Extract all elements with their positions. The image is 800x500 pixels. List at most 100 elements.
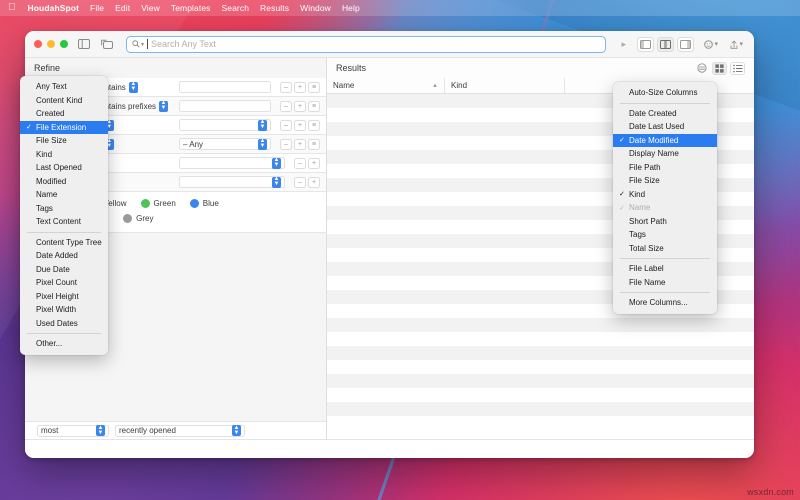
table-row[interactable]	[327, 388, 754, 402]
refine-attribute-menu[interactable]: Any TextContent KindCreated✓File Extensi…	[20, 76, 108, 355]
menu-item-help[interactable]: Help	[342, 3, 360, 13]
share-icon[interactable]: ▾	[728, 40, 745, 49]
table-row[interactable]	[327, 318, 754, 332]
sort-criterion-select[interactable]: recently opened ▲▼	[115, 425, 245, 437]
criteria-options-button[interactable]: ≡	[308, 82, 320, 93]
criteria-options-button[interactable]: ≡	[308, 120, 320, 131]
remove-criteria-button[interactable]: –	[294, 177, 306, 188]
refine-menu-item-file-extension[interactable]: ✓File Extension	[20, 121, 108, 135]
columns-menu-item-file-path[interactable]: File Path	[613, 161, 717, 175]
criteria-options-button[interactable]: ≡	[308, 139, 320, 150]
table-row[interactable]	[327, 416, 754, 430]
value-stepper-icon[interactable]: ▲▼	[258, 120, 267, 131]
menu-item-window[interactable]: Window	[300, 3, 331, 13]
columns-menu-item-short-path[interactable]: Short Path	[613, 215, 717, 229]
refine-menu-item-pixel-count[interactable]: Pixel Count	[20, 276, 108, 290]
table-row[interactable]	[327, 332, 754, 346]
stepper-icon[interactable]: ▲▼	[96, 425, 105, 436]
apple-logo-icon[interactable]: 	[8, 3, 16, 13]
add-criteria-button[interactable]: +	[308, 177, 320, 188]
columns-menu-item-date-last-used[interactable]: Date Last Used	[613, 120, 717, 134]
refine-menu-item-text-content[interactable]: Text Content	[20, 215, 108, 229]
columns-menu-item-date-created[interactable]: Date Created	[613, 107, 717, 121]
refine-menu-item-any-text[interactable]: Any Text	[20, 80, 108, 94]
refine-menu-item-file-size[interactable]: File Size	[20, 134, 108, 148]
columns-menu-item-display-name[interactable]: Display Name	[613, 147, 717, 161]
refine-menu-item-tags[interactable]: Tags	[20, 202, 108, 216]
refine-menu-item-content-kind[interactable]: Content Kind	[20, 94, 108, 108]
run-search-play-icon[interactable]: ▸	[618, 39, 629, 50]
remove-criteria-button[interactable]: –	[280, 120, 292, 131]
add-criteria-button[interactable]: +	[308, 158, 320, 169]
stepper-icon[interactable]: ▲▼	[129, 82, 138, 93]
add-criteria-button[interactable]: +	[294, 139, 306, 150]
close-window-button[interactable]	[34, 40, 42, 48]
refine-menu-item-used-dates[interactable]: Used Dates	[20, 317, 108, 331]
columns-menu-item-file-name[interactable]: File Name	[613, 276, 717, 290]
criteria-value-field[interactable]: ▲▼	[179, 176, 285, 188]
minimize-window-button[interactable]	[47, 40, 55, 48]
table-row[interactable]	[327, 360, 754, 374]
refine-menu-item-kind[interactable]: Kind	[20, 148, 108, 162]
columns-menu-item-file-label[interactable]: File Label	[613, 262, 717, 276]
list-view-icon[interactable]	[730, 62, 745, 75]
columns-menu-item-file-size[interactable]: File Size	[613, 174, 717, 188]
tag-color-blue[interactable]: Blue	[190, 199, 219, 208]
menu-item-edit[interactable]: Edit	[115, 3, 130, 13]
criteria-value-field[interactable]: ▲▼	[179, 119, 271, 131]
columns-menu-item-auto-size-columns[interactable]: Auto-Size Columns	[613, 86, 717, 100]
columns-menu-item-tags[interactable]: Tags	[613, 228, 717, 242]
refine-menu-item-modified[interactable]: Modified	[20, 175, 108, 189]
table-row[interactable]	[327, 374, 754, 388]
stepper-icon[interactable]: ▲▼	[232, 425, 241, 436]
add-criteria-button[interactable]: +	[294, 101, 306, 112]
remove-criteria-button[interactable]: –	[280, 82, 292, 93]
column-header-name[interactable]: Name ▲	[327, 78, 445, 93]
refine-menu-item-other[interactable]: Other...	[20, 337, 108, 351]
menu-item-templates[interactable]: Templates	[171, 3, 211, 13]
stepper-icon[interactable]: ▲▼	[159, 101, 168, 112]
icon-grid-view-icon[interactable]	[712, 62, 727, 75]
refine-menu-item-last-opened[interactable]: Last Opened	[20, 161, 108, 175]
menu-item-results[interactable]: Results	[260, 3, 289, 13]
remove-criteria-button[interactable]: –	[280, 101, 292, 112]
add-criteria-button[interactable]: +	[294, 82, 306, 93]
refine-menu-item-pixel-width[interactable]: Pixel Width	[20, 303, 108, 317]
refine-menu-item-name[interactable]: Name	[20, 188, 108, 202]
results-columns-menu[interactable]: Auto-Size Columns Date CreatedDate Last U…	[613, 82, 717, 314]
sidebar-toggle-icon[interactable]	[76, 38, 91, 51]
refine-menu-item-created[interactable]: Created	[20, 107, 108, 121]
value-stepper-icon[interactable]: ▲▼	[258, 139, 267, 150]
value-stepper-icon[interactable]: ▲▼	[272, 158, 281, 169]
menu-item-view[interactable]: View	[141, 3, 160, 13]
menu-item-search[interactable]: Search	[222, 3, 250, 13]
refine-menu-item-due-date[interactable]: Due Date	[20, 263, 108, 277]
add-criteria-button[interactable]: +	[294, 120, 306, 131]
columns-menu-item-more-columns[interactable]: More Columns...	[613, 296, 717, 310]
sort-quantifier-select[interactable]: most ▲▼	[37, 425, 109, 437]
tag-color-green[interactable]: Green	[141, 199, 176, 208]
value-stepper-icon[interactable]: ▲▼	[272, 177, 281, 188]
remove-criteria-button[interactable]: –	[280, 139, 292, 150]
criteria-value-field[interactable]	[179, 100, 271, 112]
zoom-window-button[interactable]	[60, 40, 68, 48]
menu-item-file[interactable]: File	[90, 3, 104, 13]
tag-color-grey[interactable]: Grey	[123, 214, 153, 223]
search-input[interactable]: ▾ Search Any Text	[126, 36, 606, 53]
menu-item-houdahspot[interactable]: HoudahSpot	[28, 3, 80, 13]
criteria-options-button[interactable]: ≡	[308, 101, 320, 112]
columns-menu-item-date-modified[interactable]: ✓Date Modified	[613, 134, 717, 148]
columns-menu-item-total-size[interactable]: Total Size	[613, 242, 717, 256]
refine-menu-item-content-type-tree[interactable]: Content Type Tree	[20, 236, 108, 250]
layout-center-icon[interactable]	[657, 37, 674, 52]
filter-results-icon[interactable]	[694, 62, 709, 75]
criteria-value-field[interactable]	[179, 81, 271, 93]
layout-right-icon[interactable]	[677, 37, 694, 52]
detail-panel-icon[interactable]	[99, 38, 114, 51]
table-row[interactable]	[327, 402, 754, 416]
table-row[interactable]	[327, 346, 754, 360]
smiley-status-icon[interactable]: ▾	[702, 40, 720, 49]
remove-criteria-button[interactable]: –	[294, 158, 306, 169]
columns-menu-item-kind[interactable]: ✓Kind	[613, 188, 717, 202]
criteria-value-field[interactable]: ▲▼	[179, 157, 285, 169]
